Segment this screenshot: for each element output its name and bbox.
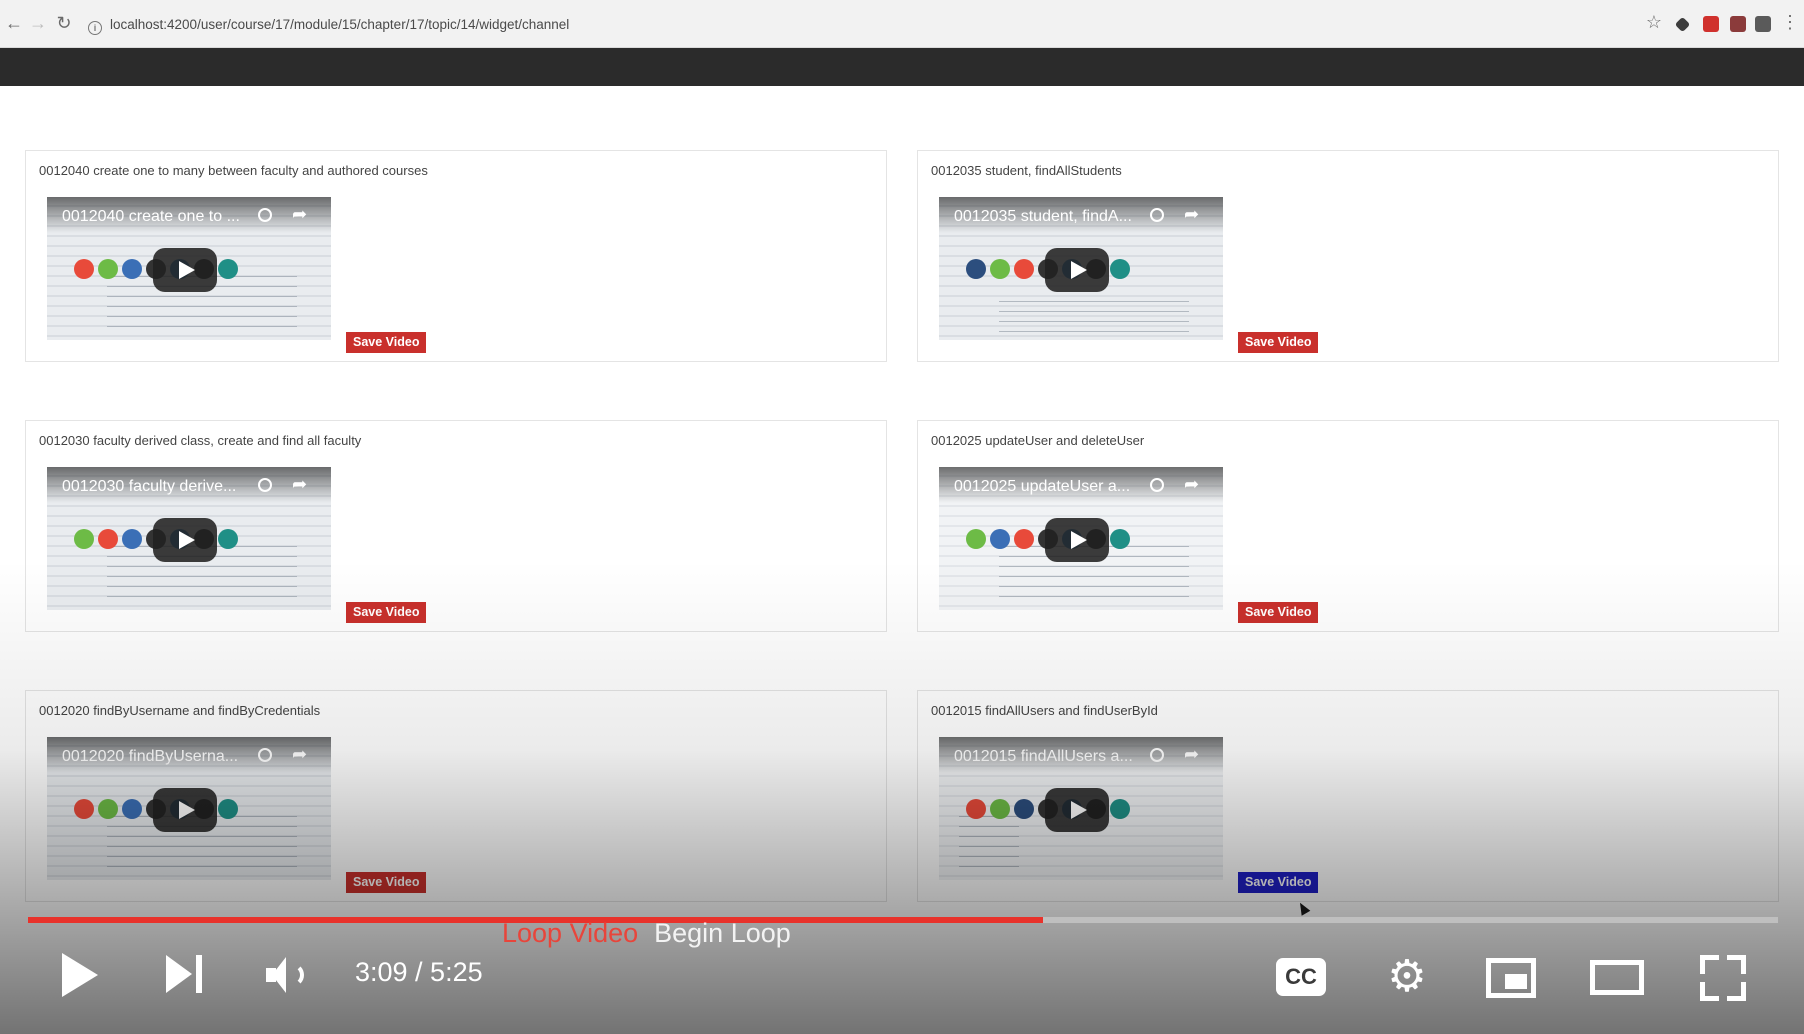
volume-icon[interactable] [266, 955, 314, 995]
next-video-icon[interactable] [166, 955, 206, 995]
url-text: localhost:4200/user/course/17/module/15/… [110, 17, 570, 32]
watch-later-icon[interactable] [1150, 208, 1164, 222]
info-icon[interactable]: i [88, 21, 102, 35]
play-icon[interactable] [153, 518, 217, 562]
share-icon[interactable]: ➦ [292, 744, 307, 765]
subtitles-cc-icon[interactable]: CC [1276, 958, 1326, 996]
video-title: 0012035 student, findA... [954, 208, 1132, 225]
play-icon[interactable] [1045, 518, 1109, 562]
time-display: 3:09 / 5:25 [355, 957, 483, 987]
video-title: 0012030 faculty derive... [62, 478, 237, 495]
share-icon[interactable]: ➦ [292, 474, 307, 495]
extension-red-icon[interactable] [1703, 16, 1719, 32]
card-title: 0012020 findByUsername and findByCredent… [39, 703, 321, 718]
extension-briefcase-icon[interactable] [1730, 16, 1746, 32]
save-video-button[interactable]: Save Video [346, 602, 427, 623]
video-card: 0012025 updateUser and deleteUser 001202… [917, 420, 1779, 632]
star-icon[interactable]: ☆ [1644, 12, 1664, 32]
card-title: 0012025 updateUser and deleteUser [931, 433, 1145, 448]
video-card: 0012030 faculty derived class, create an… [25, 420, 887, 632]
video-card: 0012040 create one to many between facul… [25, 150, 887, 362]
video-thumbnail[interactable]: 0012015 findAllUsers a... ➦ [939, 737, 1223, 880]
loop-controls: Loop Video Begin Loop [502, 918, 791, 949]
watch-later-icon[interactable] [1150, 748, 1164, 762]
video-card: 0012015 findAllUsers and findUserById 00… [917, 690, 1779, 902]
save-video-button[interactable]: Save Video [346, 872, 427, 893]
video-title: 0012020 findByUserna... [62, 748, 239, 765]
share-icon[interactable]: ➦ [1184, 204, 1199, 225]
video-title: 0012015 findAllUsers a... [954, 748, 1133, 765]
fullscreen-icon[interactable] [1700, 955, 1746, 1001]
app-header-bar [0, 48, 1804, 86]
save-video-button[interactable]: Save Video [1238, 872, 1319, 893]
browser-toolbar: ← → ↻ i localhost:4200/user/course/17/mod… [0, 0, 1804, 48]
share-icon[interactable]: ➦ [292, 204, 307, 225]
back-arrow-icon[interactable]: ← [4, 13, 24, 33]
save-video-button[interactable]: Save Video [1238, 602, 1319, 623]
theater-mode-icon[interactable] [1590, 960, 1644, 995]
video-thumbnail[interactable]: 0012040 create one to ... ➦ [47, 197, 331, 340]
extension-shield-icon[interactable] [1755, 16, 1771, 32]
watch-later-icon[interactable] [258, 208, 272, 222]
watch-later-icon[interactable] [258, 748, 272, 762]
video-thumbnail[interactable]: 0012035 student, findA... ➦ [939, 197, 1223, 340]
save-video-button[interactable]: Save Video [346, 332, 427, 353]
card-title: 0012030 faculty derived class, create an… [39, 433, 362, 448]
address-bar[interactable]: i localhost:4200/user/course/17/module/15… [88, 14, 1628, 36]
save-video-button[interactable]: Save Video [1238, 332, 1319, 353]
forward-arrow-icon[interactable]: → [28, 13, 48, 33]
menu-kebab-icon[interactable]: ⋮ [1780, 12, 1800, 32]
video-thumbnail[interactable]: 0012030 faculty derive... ➦ [47, 467, 331, 610]
share-icon[interactable]: ➦ [1184, 744, 1199, 765]
extension-pin-icon[interactable] [1674, 16, 1691, 33]
video-thumbnail[interactable]: 0012020 findByUserna... ➦ [47, 737, 331, 880]
reload-icon[interactable]: ↻ [54, 13, 74, 33]
video-grid: 0012040 create one to many between facul… [0, 86, 1804, 906]
miniplayer-icon[interactable] [1486, 958, 1536, 998]
play-icon[interactable] [62, 953, 98, 997]
progress-bar[interactable] [28, 917, 1778, 923]
play-icon[interactable] [153, 788, 217, 832]
card-title: 0012040 create one to many between facul… [39, 163, 428, 178]
watch-later-icon[interactable] [1150, 478, 1164, 492]
share-icon[interactable]: ➦ [1184, 474, 1199, 495]
settings-gear-icon[interactable]: ⚙ [1385, 955, 1429, 999]
card-title: 0012035 student, findAllStudents [931, 163, 1122, 178]
watch-later-icon[interactable] [258, 478, 272, 492]
video-card: 0012035 student, findAllStudents 0012035… [917, 150, 1779, 362]
video-title: 0012025 updateUser a... [954, 478, 1131, 495]
play-icon[interactable] [153, 248, 217, 292]
play-icon[interactable] [1045, 788, 1109, 832]
card-title: 0012015 findAllUsers and findUserById [931, 703, 1158, 718]
play-icon[interactable] [1045, 248, 1109, 292]
loop-video-button[interactable]: Loop Video [502, 918, 638, 948]
begin-loop-button[interactable]: Begin Loop [654, 918, 791, 948]
video-thumbnail[interactable]: 0012025 updateUser a... ➦ [939, 467, 1223, 610]
video-title: 0012040 create one to ... [62, 208, 240, 225]
video-card: 0012020 findByUsername and findByCredent… [25, 690, 887, 902]
